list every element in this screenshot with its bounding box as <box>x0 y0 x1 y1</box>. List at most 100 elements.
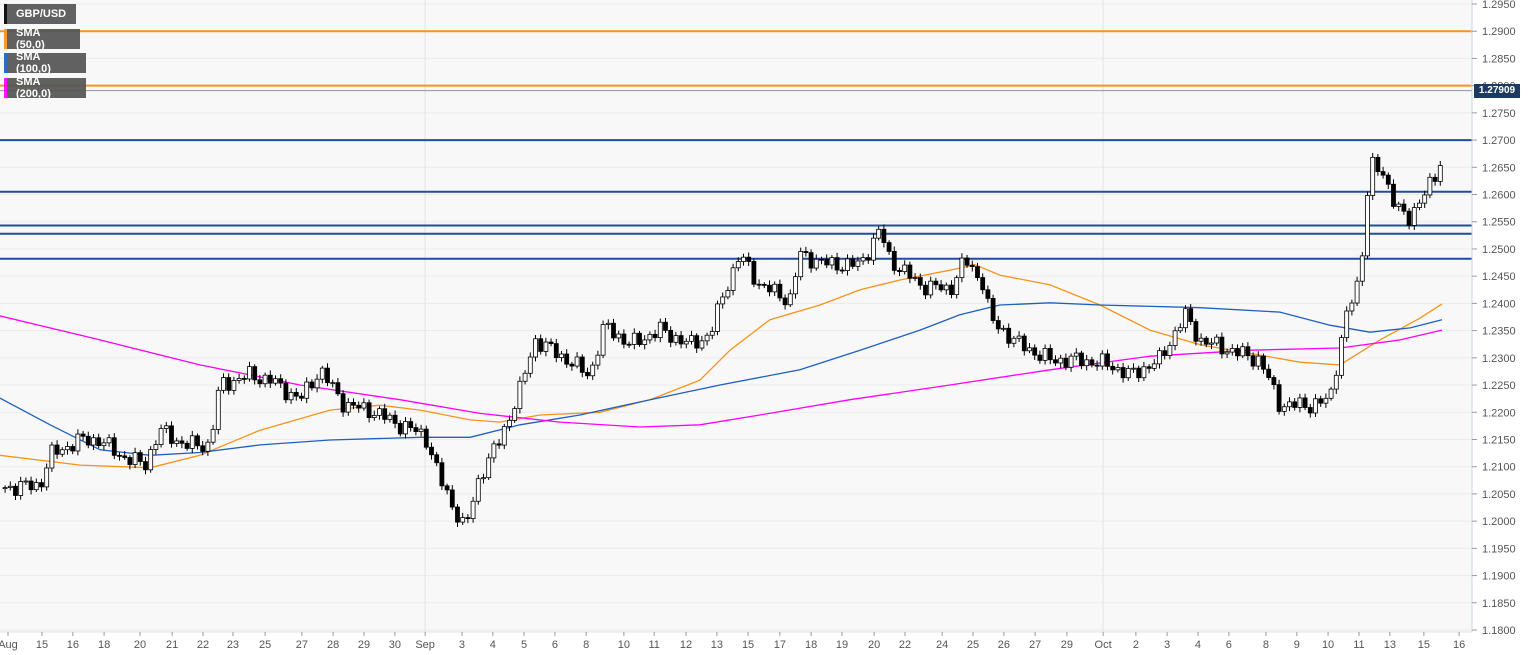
legend-item[interactable]: SMA (200,0) <box>4 76 86 100</box>
candle-bearish <box>1406 210 1412 226</box>
candle-bullish <box>1229 348 1235 353</box>
candle-bearish <box>465 517 471 519</box>
candle-bearish <box>179 440 185 444</box>
candle-bearish <box>663 321 668 331</box>
legend-item[interactable]: SMA (50,0) <box>4 27 80 51</box>
legend-item[interactable]: GBP/USD <box>4 4 76 24</box>
candle-bearish <box>423 428 429 448</box>
candle-bearish <box>980 277 986 291</box>
x-tick-label: 16 <box>67 639 79 651</box>
candle-bearish <box>694 335 700 349</box>
candle-bullish <box>33 482 39 491</box>
x-tick-label: 21 <box>166 639 178 651</box>
candle-bullish <box>153 444 159 450</box>
x-tick-label: 16 <box>1453 639 1465 651</box>
candle-bearish <box>819 258 824 261</box>
candle-bearish <box>881 228 887 243</box>
candle-bullish <box>1151 363 1157 369</box>
candle-bullish <box>787 293 793 306</box>
candle-bearish <box>839 269 845 272</box>
x-tick-label: 8 <box>1263 639 1269 651</box>
candle-bearish <box>278 378 284 384</box>
candle-bearish <box>127 457 133 465</box>
candle-bearish <box>413 427 419 433</box>
x-tick-label: 6 <box>552 639 558 651</box>
price-chart[interactable]: 1.1800 1.1850 1.1900 1.1950 1.2000 1.2050 1.21… <box>0 0 1536 655</box>
candle-bearish <box>761 283 767 286</box>
candle-bullish <box>59 449 65 455</box>
candle-bullish <box>1224 351 1230 355</box>
candle-bearish <box>668 329 674 343</box>
candle-bearish <box>746 256 752 262</box>
candle-bullish <box>1214 336 1220 344</box>
candle-bullish <box>345 402 351 413</box>
candle-bullish <box>44 467 50 488</box>
candle-bearish <box>392 414 398 424</box>
x-tick-label: 6 <box>1226 639 1232 651</box>
candle-bullish <box>1115 367 1121 371</box>
candle-bullish <box>481 477 486 480</box>
x-tick-label: 8 <box>583 639 589 651</box>
legend-swatch <box>4 78 7 98</box>
candle-bearish <box>808 252 814 269</box>
candle-bearish <box>569 363 575 367</box>
candle-bearish <box>1162 350 1168 356</box>
candle-bearish <box>1245 346 1251 357</box>
candle-bearish <box>1047 348 1053 361</box>
candle-bullish <box>262 374 268 385</box>
y-tick-label: 1.2000 <box>1482 516 1516 528</box>
candle-bullish <box>247 366 252 380</box>
legend-swatch <box>4 53 7 73</box>
candle-bullish <box>189 435 195 449</box>
candle-bullish <box>600 324 606 356</box>
x-tick-label: 5 <box>521 639 527 651</box>
x-tick-label: 29 <box>358 639 370 651</box>
candle-bullish <box>1411 207 1417 226</box>
candle-bullish <box>720 296 726 305</box>
candle-bullish <box>475 478 481 502</box>
candle-bullish <box>616 333 622 339</box>
y-tick-label: 1.2850 <box>1482 53 1516 65</box>
x-tick-label: 25 <box>259 639 271 651</box>
candle-bullish <box>683 340 689 345</box>
candle-bullish <box>1068 355 1074 368</box>
candle-bullish <box>1016 335 1022 339</box>
y-tick-label: 1.2050 <box>1482 489 1516 501</box>
candle-bullish <box>631 332 637 345</box>
candle-bearish <box>1401 203 1407 212</box>
candle-bullish <box>1084 359 1090 367</box>
y-tick-label: 1.2350 <box>1482 326 1516 338</box>
candle-bearish <box>756 283 762 286</box>
candle-bullish <box>361 402 367 409</box>
candle-bearish <box>579 356 585 373</box>
x-tick-label: Sep <box>415 639 435 651</box>
candle-bullish <box>273 378 278 384</box>
x-tick-label: 3 <box>1164 639 1170 651</box>
x-tick-label: 4 <box>1195 639 1201 651</box>
y-tick-label: 1.1900 <box>1482 571 1516 583</box>
candle-bullish <box>673 335 679 343</box>
x-tick-label: 15 <box>1418 639 1430 651</box>
candle-bearish <box>340 393 346 413</box>
candle-bearish <box>195 435 200 447</box>
candle-bearish <box>1063 357 1069 368</box>
candle-bullish <box>507 419 512 427</box>
legend-item[interactable]: SMA (100,0) <box>4 51 86 75</box>
candle-bearish <box>143 461 148 471</box>
candle-bullish <box>23 480 29 483</box>
candle-bearish <box>1032 347 1038 356</box>
candle-bearish <box>444 485 450 491</box>
legend-label: SMA (200,0) <box>16 76 51 100</box>
candle-bullish <box>1297 397 1303 408</box>
candle-bullish <box>1209 342 1214 345</box>
candle-bullish <box>845 258 850 271</box>
candle-bearish <box>137 452 143 462</box>
x-tick-label: 30 <box>389 639 401 651</box>
candle-bullish <box>590 364 596 377</box>
candle-bullish <box>1011 337 1017 344</box>
x-tick-label: 20 <box>134 639 146 651</box>
candle-bullish <box>517 380 523 409</box>
candle-bearish <box>122 455 128 458</box>
candle-bullish <box>704 334 710 342</box>
candle-bullish <box>288 392 294 401</box>
